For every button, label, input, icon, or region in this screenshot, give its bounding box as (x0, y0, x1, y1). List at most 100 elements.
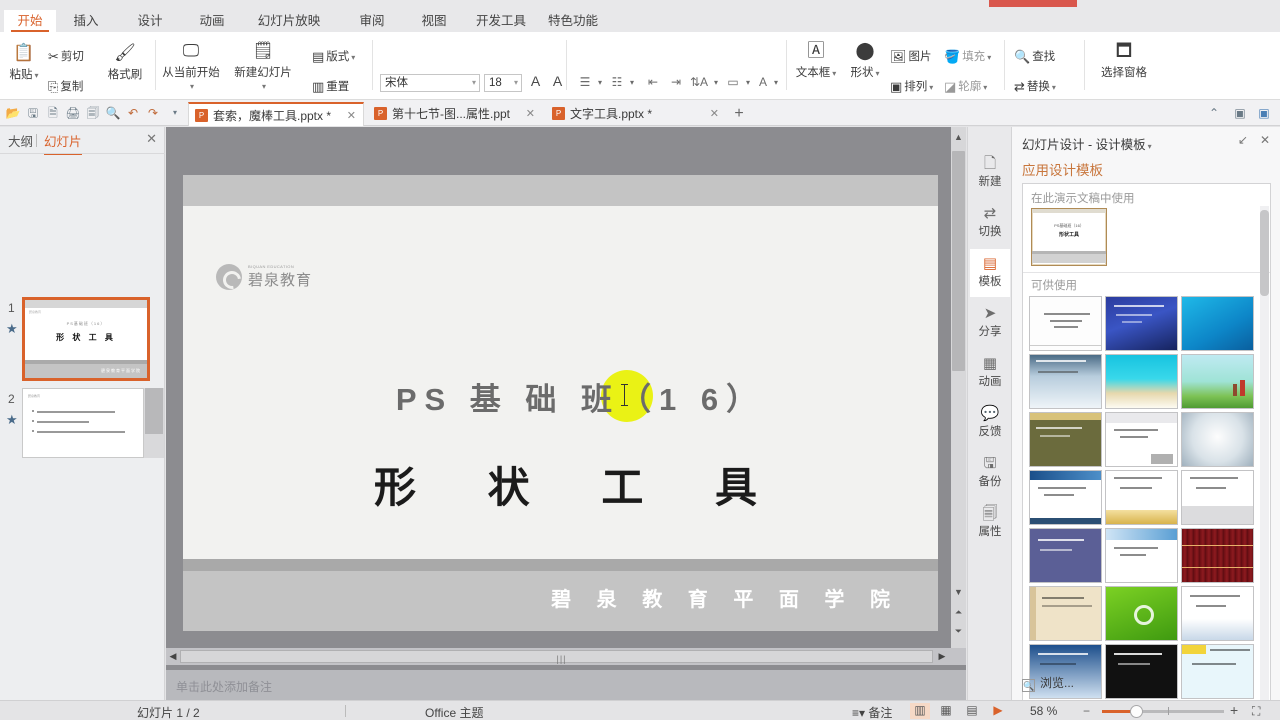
template-thumb[interactable] (1029, 470, 1102, 525)
scroll-right-icon[interactable]: ▶ (936, 650, 948, 663)
vertical-scroll-thumb[interactable] (952, 151, 965, 371)
template-list[interactable]: 在此演示文稿中使用 PS基础班（16） 形状工具 可供使用 (1022, 183, 1271, 720)
grow-font-button[interactable]: A (527, 73, 544, 90)
open-icon[interactable]: 📂 (4, 104, 22, 122)
ribbon-tab-home[interactable]: 开始 (4, 10, 56, 32)
slide-content-area[interactable]: BIQUAN EDUCATION 碧泉教育 PS 基 础 班（1 6） 形 状 … (183, 206, 938, 559)
new-slide-button[interactable]: 🗒 新建幻灯片▾ (232, 40, 294, 92)
ribbon-collapse-icon[interactable]: ⌃ (1205, 104, 1223, 122)
bullet-list-button[interactable]: ☰ (576, 74, 594, 91)
selection-pane-button[interactable]: 🗖 选择窗格 (1092, 40, 1156, 80)
template-thumb[interactable] (1181, 644, 1254, 699)
doc-tab-2[interactable]: P 文字工具.pptx * ✕ (546, 102, 726, 126)
ribbon-tab-slideshow[interactable]: 幻灯片放映 (248, 10, 330, 32)
template-thumb[interactable] (1181, 412, 1254, 467)
scroll-down-icon[interactable]: ▼ (952, 584, 965, 602)
arrange-button[interactable]: ▣排列▾ (890, 78, 933, 95)
shrink-font-button[interactable]: A (549, 73, 566, 90)
rail-item-share[interactable]: ➤ 分享 (970, 299, 1010, 347)
panel-scrollbar[interactable] (144, 388, 164, 458)
rail-item-backup[interactable]: 🖫 备份 (970, 449, 1010, 497)
slide-title[interactable]: PS 基 础 班（1 6） (183, 374, 938, 419)
picture-button[interactable]: 🖼图片 (890, 48, 932, 65)
chevron-down-icon[interactable]: ▾ (712, 74, 720, 91)
template-thumb[interactable] (1029, 296, 1102, 351)
slide-canvas[interactable]: BIQUAN EDUCATION 碧泉教育 PS 基 础 班（1 6） 形 状 … (183, 175, 938, 720)
new-tab-button[interactable]: + (729, 104, 749, 124)
save-icon[interactable]: 🖫 (24, 104, 42, 122)
start-from-current-button[interactable]: 🖵 从当前开始▾ (160, 40, 222, 92)
ribbon-tab-devtools[interactable]: 开发工具 (468, 10, 534, 32)
paste-button[interactable]: 📋 粘贴▾ (4, 42, 44, 82)
template-thumb[interactable] (1029, 412, 1102, 467)
undo-icon[interactable]: ↶ (124, 104, 142, 122)
ribbon-tab-design[interactable]: 设计 (126, 10, 174, 32)
find-button[interactable]: 🔍查找 (1014, 48, 1055, 65)
panel-scrollbar-thumb[interactable] (145, 388, 163, 434)
cut-button[interactable]: ✂剪切 (48, 48, 84, 65)
template-thumb[interactable] (1181, 470, 1254, 525)
text-direction-button[interactable]: ⇅A (690, 74, 708, 91)
template-thumb[interactable] (1105, 296, 1178, 351)
zoom-in-button[interactable]: + (1230, 702, 1238, 718)
minimize-panel-icon[interactable]: ↙ (1235, 133, 1251, 149)
next-slide-icon[interactable]: ⏷ (952, 623, 965, 641)
view-reading-button[interactable]: ▤ (962, 703, 982, 719)
zoom-slider-track-right[interactable] (1138, 710, 1224, 713)
numbered-list-button[interactable]: ☷ (608, 74, 626, 91)
zoom-out-button[interactable]: − (1083, 704, 1090, 718)
textbox-button[interactable]: 🄰 文本框▾ (792, 40, 840, 80)
template-thumb[interactable] (1105, 470, 1178, 525)
template-thumb[interactable] (1181, 586, 1254, 641)
browse-button[interactable]: 🔍浏览... (1022, 674, 1074, 692)
ribbon-tab-animation[interactable]: 动画 (188, 10, 236, 32)
zoom-preview-icon[interactable]: 🔍 (104, 104, 122, 122)
template-list-scroll-thumb[interactable] (1260, 210, 1269, 296)
rail-item-feedback[interactable]: 💬 反馈 (970, 399, 1010, 447)
template-thumb[interactable] (1105, 412, 1178, 467)
replace-button[interactable]: ⇄替换▾ (1014, 78, 1056, 95)
horizontal-scroll-thumb[interactable]: ||| (180, 650, 933, 663)
template-list-scrollbar[interactable] (1260, 206, 1269, 720)
ribbon-tab-review[interactable]: 审阅 (348, 10, 396, 32)
font-size-combo[interactable]: 18 ▾ (484, 74, 522, 92)
view-slide-sorter-button[interactable]: ▦ (936, 703, 956, 719)
copy-button[interactable]: ⎘复制 (48, 78, 83, 95)
tab-slides[interactable]: 幻灯片 (44, 131, 82, 150)
slide-thumbnail-2[interactable]: 碧泉教育 (22, 388, 144, 458)
template-thumb[interactable] (1029, 586, 1102, 641)
doc-tab-0[interactable]: P 套索，魔棒工具.pptx * ✕ (188, 102, 364, 126)
increase-indent-button[interactable]: ⇥ (667, 74, 685, 91)
slide-footer[interactable]: 碧 泉 教 育 平 面 学 院 (183, 571, 938, 631)
align-text-button[interactable]: ▭ (724, 74, 742, 91)
notes-toggle-button[interactable]: ≡▾ 备注 (852, 704, 892, 720)
text-rotate-button[interactable]: A (754, 74, 772, 91)
fill-button[interactable]: 🪣填充▾ (944, 48, 991, 65)
font-family-combo[interactable]: 宋体 ▾ (380, 74, 480, 92)
rail-item-new[interactable]: 🗋 新建 (970, 149, 1010, 197)
template-thumb[interactable] (1181, 296, 1254, 351)
outline-button[interactable]: ◪轮廓▾ (944, 78, 987, 95)
close-icon[interactable]: ✕ (710, 102, 719, 126)
scroll-up-icon[interactable]: ▲ (952, 129, 965, 147)
slide-subtitle[interactable]: 形 状 工 具 (183, 454, 938, 515)
decrease-indent-button[interactable]: ⇤ (644, 74, 662, 91)
doc-tab-1[interactable]: P 第十七节-图...属性.ppt ✕ (368, 102, 542, 126)
template-thumb[interactable] (1181, 528, 1254, 583)
window-split-icon[interactable]: ▣ (1231, 104, 1249, 122)
rail-item-properties[interactable]: 🗐 属性 (970, 499, 1010, 547)
slide-surface[interactable]: BIQUAN EDUCATION 碧泉教育 PS 基 础 班（1 6） 形 状 … (183, 175, 938, 602)
reset-button[interactable]: ▥重置 (312, 78, 349, 95)
chevron-down-icon[interactable]: ▾ (772, 74, 780, 91)
window-controls[interactable] (1242, 0, 1280, 10)
template-thumb[interactable] (1181, 354, 1254, 409)
template-thumb[interactable] (1105, 644, 1178, 699)
design-panel-title[interactable]: 幻灯片设计 - 设计模板▾ (1022, 134, 1152, 153)
close-panel-icon[interactable]: ✕ (1257, 133, 1273, 149)
template-thumb[interactable] (1029, 354, 1102, 409)
previous-slide-icon[interactable]: ⏶ (952, 604, 965, 622)
template-thumb-in-use[interactable]: PS基础班（16） 形状工具 (1031, 208, 1107, 266)
shapes-button[interactable]: ⬤ 形状▾ (844, 40, 886, 80)
editor-horizontal-scrollbar[interactable]: ◀ ||| ▶ (166, 648, 966, 665)
view-normal-button[interactable]: ▥ (910, 703, 930, 719)
